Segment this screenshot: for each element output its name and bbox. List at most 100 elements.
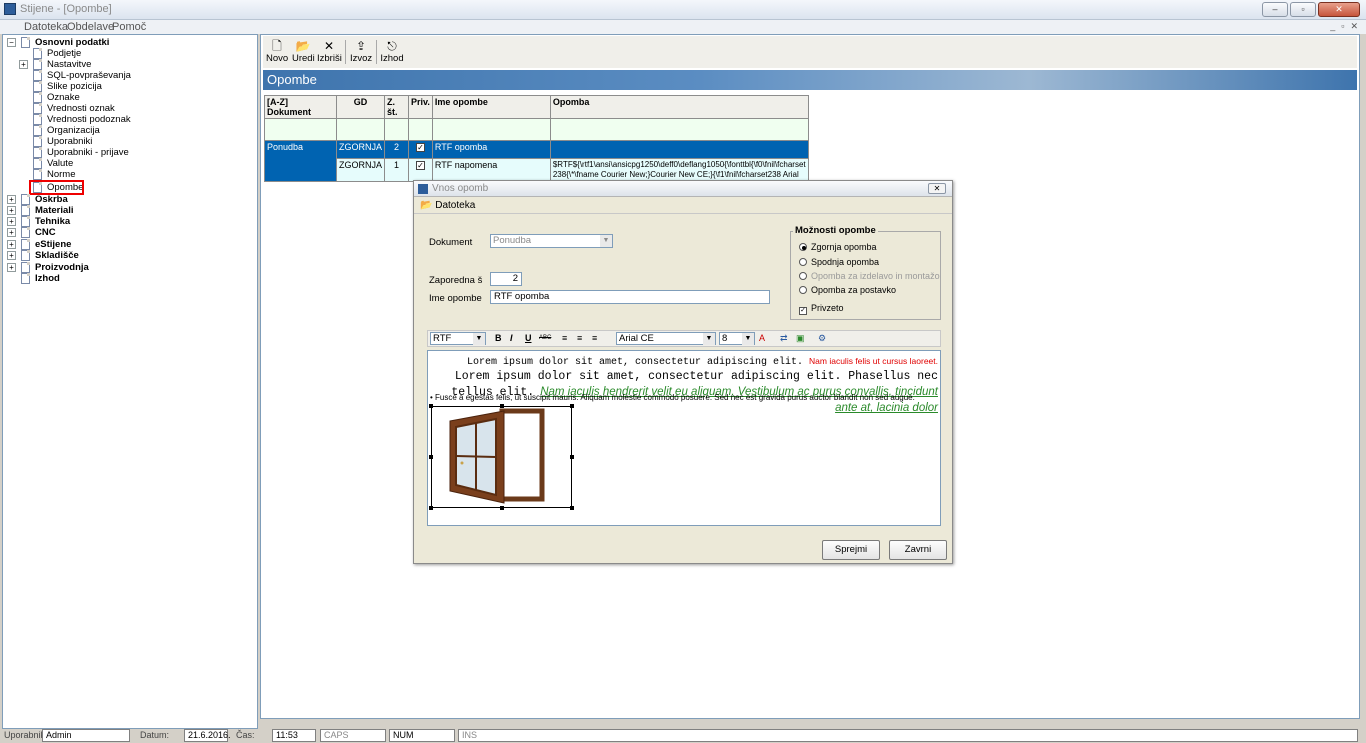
name-label: Ime opombe [429, 293, 482, 304]
notes-dialog: Vnos opomb ✕ 📂 Datoteka Dokument Ponudba… [413, 180, 953, 564]
toolbar: 🗋 Novo 📂 Uredi ✕ Izbriši ⇪ Izvoz ⎋ Izhod [263, 36, 1357, 68]
mdi-close-button[interactable]: ✕ [1350, 21, 1358, 32]
date-label: Datum: [140, 730, 170, 740]
menu-bar: Datoteka Obdelave Pomoč _ ▫ ✕ [0, 20, 1366, 34]
cell-note [549, 140, 810, 159]
style-select[interactable]: RTF ▼ [430, 332, 486, 345]
rich-text-editor[interactable]: Lorem ipsum dolor sit amet, consectetur … [427, 350, 941, 526]
filter-row[interactable] [264, 118, 810, 141]
col-header-dokument[interactable]: [A-Z] Dokument [264, 95, 337, 119]
default-checkbox[interactable]: ✓ Privzeto [799, 303, 844, 315]
menu-datoteka[interactable]: Datoteka [24, 21, 68, 33]
time-value: 11:53 [272, 729, 316, 742]
delete-x-icon: ✕ [323, 39, 335, 53]
radio-upper[interactable]: Zgornja opomba [799, 242, 877, 252]
dialog-app-icon [418, 184, 428, 194]
delete-button[interactable]: ✕ Izbriši [317, 39, 342, 65]
name-input[interactable]: RTF opomba [490, 290, 770, 304]
maximize-button[interactable]: ▫ [1290, 2, 1316, 17]
chevron-down-icon: ▼ [473, 333, 485, 345]
ins-indicator: INS [458, 729, 1358, 742]
properties-icon[interactable]: ⚙ [818, 333, 826, 344]
dialog-menu-datoteka[interactable]: 📂 Datoteka [420, 200, 475, 211]
col-header-z[interactable]: Z. št. [384, 95, 410, 119]
align-right-icon[interactable]: ≡ [592, 333, 597, 344]
dialog-title: Vnos opomb [432, 183, 489, 194]
priv-checkbox[interactable]: ✓ [415, 161, 425, 170]
options-title: Možnosti opombe [793, 225, 878, 236]
door-illustration-icon [449, 408, 545, 504]
dialog-menu-bar: 📂 Datoteka [414, 198, 952, 214]
menu-pomoc[interactable]: Pomoč [112, 21, 146, 33]
export-button[interactable]: ⇪ Izvoz [350, 39, 372, 65]
align-center-icon[interactable]: ≡ [577, 333, 582, 344]
cell-z: 2 [384, 140, 410, 159]
section-title: Opombe [267, 72, 317, 87]
table-row[interactable]: Ponudba ZGORNJA 2 ✓ RTF opomba [264, 140, 810, 182]
caps-indicator: CAPS [320, 729, 386, 742]
radio-assembly[interactable]: Opomba za izdelavo in montažo [799, 271, 940, 281]
strikethrough-button[interactable]: ABC [539, 333, 551, 344]
format-toolbar: RTF ▼ B I U ABC ≡ ≡ ≡ Arial CE ▼ 8 ▼ A ⇄ ▣ … [427, 330, 941, 347]
insert-object-icon[interactable]: ⇄ [780, 333, 788, 344]
seq-input[interactable]: 2 [490, 272, 522, 286]
insert-image-icon[interactable]: ▣ [796, 333, 805, 344]
reject-button[interactable]: Zavrni [889, 540, 947, 560]
chevron-down-icon: ▼ [600, 235, 612, 247]
cell-name: RTF napomena [431, 158, 551, 182]
cell-gd: ZGORNJA [335, 140, 386, 159]
exit-button[interactable]: ⎋ Izhod [380, 39, 404, 65]
mdi-restore-button[interactable]: ▫ [1341, 21, 1344, 32]
cell-doc: Ponudba [264, 140, 337, 182]
size-select[interactable]: 8 ▼ [719, 332, 755, 345]
app-icon [4, 3, 16, 15]
italic-button[interactable]: I [510, 333, 513, 344]
align-left-icon[interactable]: ≡ [562, 333, 567, 344]
dialog-close-icon[interactable]: ✕ [928, 183, 946, 194]
folder-open-icon: 📂 [295, 39, 311, 53]
time-label: Čas: [236, 730, 255, 740]
document-select[interactable]: Ponudba ▼ [490, 234, 613, 248]
col-header-opomba[interactable]: Opomba [549, 95, 810, 119]
selection-highlight [29, 180, 84, 195]
radio-position[interactable]: Opomba za postavko [799, 285, 896, 295]
chevron-down-icon: ▼ [703, 333, 715, 345]
font-select[interactable]: Arial CE ▼ [616, 332, 716, 345]
priv-checkbox[interactable]: ✓ [415, 143, 425, 152]
underline-button[interactable]: U [525, 333, 532, 344]
accept-button[interactable]: Sprejmi [822, 540, 880, 560]
col-header-ime[interactable]: Ime opombe [431, 95, 551, 119]
edit-button[interactable]: 📂 Uredi [292, 39, 315, 65]
navigation-tree: − Osnovni podatki Podjetje + Nastavitve SQ… [2, 34, 258, 729]
date-value: 21.6.2016. [184, 729, 231, 742]
minimize-button[interactable]: – [1262, 2, 1288, 17]
col-header-gd[interactable]: GD [335, 95, 386, 119]
seq-label: Zaporedna š [429, 275, 483, 286]
cell-gd: ZGORNJA [335, 158, 386, 182]
dialog-title-bar: Vnos opomb ✕ [414, 181, 952, 197]
document-label: Dokument [429, 237, 473, 248]
num-indicator: NUM [389, 729, 455, 742]
table-row[interactable]: ZGORNJA 1 ✓ RTF napomena $RTF${\rtf1\ans… [265, 158, 810, 182]
exit-door-icon: ⎋ [387, 39, 397, 53]
new-button[interactable]: 🗋 Novo [266, 39, 288, 65]
text-color-icon[interactable]: A [759, 333, 765, 344]
new-doc-icon: 🗋 [272, 39, 282, 53]
close-button[interactable]: ✕ [1318, 2, 1360, 17]
user-value: Admin [42, 729, 130, 742]
folder-icon: 📂 [420, 200, 433, 211]
cell-z: 1 [384, 158, 410, 182]
user-label: Uporabnik: [4, 730, 48, 740]
bold-button[interactable]: B [495, 333, 502, 344]
door-image[interactable] [429, 404, 574, 510]
title-bar: Stijene - [Opombe] – ▫ ✕ [0, 0, 1366, 20]
cell-note: $RTF${\rtf1\ansi\ansicpg1250\deff0\defla… [549, 158, 810, 182]
editor-bullet: • Fusce a egestas felis, ut suscipit mau… [430, 393, 915, 402]
menu-obdelave[interactable]: Obdelave [67, 21, 114, 33]
options-group: Možnosti opombe Zgornja opomba Spodnja o… [790, 225, 941, 320]
col-header-priv[interactable]: Priv. [408, 95, 433, 119]
mdi-minimize-button[interactable]: _ [1330, 21, 1335, 32]
export-icon: ⇪ [355, 39, 367, 53]
radio-lower[interactable]: Spodnja opomba [799, 257, 879, 267]
status-bar: Uporabnik: Admin Datum: 21.6.2016. Čas: … [0, 729, 1366, 743]
